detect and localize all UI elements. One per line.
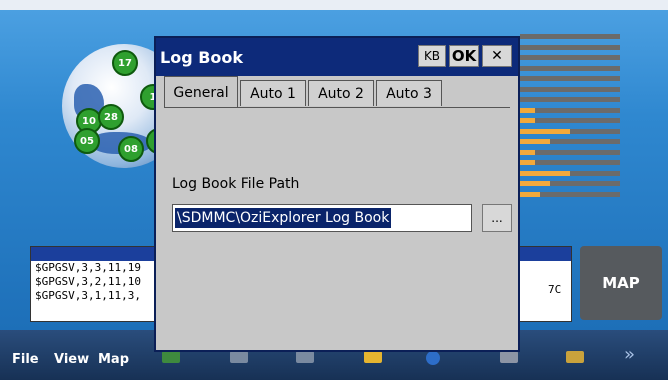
kb-button[interactable]: KB	[418, 45, 446, 67]
signal-bar	[520, 107, 620, 113]
log-book-path-input[interactable]: \SDMMC\OziExplorer Log Book	[172, 204, 472, 232]
tab-auto-2[interactable]: Auto 2	[308, 80, 374, 106]
signal-bar	[520, 181, 620, 186]
signal-bar-fill	[520, 149, 535, 155]
dialog-title: Log Book	[160, 48, 244, 67]
menu-map[interactable]: Map	[98, 352, 129, 367]
path-label: Log Book File Path	[172, 176, 300, 192]
signal-bar	[520, 34, 620, 39]
signal-bar-fill	[520, 118, 535, 123]
menu-view[interactable]: View	[54, 352, 89, 367]
arrow-left-icon[interactable]	[230, 351, 248, 363]
signal-bar	[520, 118, 620, 123]
tab-auto-3[interactable]: Auto 3	[376, 80, 442, 106]
signal-bar	[520, 128, 620, 134]
signal-bar	[520, 160, 620, 165]
satellite-marker: 17	[112, 50, 138, 76]
signal-bar	[520, 97, 620, 102]
signal-bar	[520, 44, 620, 50]
signal-bar-fill	[520, 191, 540, 197]
map-button[interactable]: MAP	[580, 246, 662, 320]
log-book-dialog: Log Book KB OK ✕ General Auto 1 Auto 2 A…	[154, 36, 520, 352]
arrow-right-icon[interactable]	[296, 351, 314, 363]
top-strip	[0, 0, 668, 10]
signal-bar-fill	[520, 139, 550, 144]
folder-icon[interactable]	[364, 351, 382, 363]
menu-file[interactable]: File	[12, 352, 39, 367]
signal-bar	[520, 139, 620, 144]
signal-bar-fill	[520, 128, 570, 134]
tab-auto-1[interactable]: Auto 1	[240, 80, 306, 106]
signal-bar	[520, 170, 620, 176]
signal-bar-fill	[520, 107, 535, 113]
close-button[interactable]: ✕	[482, 45, 512, 67]
signal-bar-fill	[520, 160, 535, 165]
dialog-titlebar: Log Book KB OK ✕	[156, 38, 518, 76]
satellite-marker: 08	[118, 136, 144, 162]
globe-icon[interactable]	[426, 351, 440, 365]
signal-bar	[520, 55, 620, 60]
signal-bar-fill	[520, 170, 570, 176]
satellite-marker: 05	[74, 128, 100, 154]
path-value: \SDMMC\OziExplorer Log Book	[175, 208, 392, 228]
tiles-icon[interactable]	[566, 351, 584, 363]
tab-general[interactable]: General	[164, 76, 238, 108]
grid-icon[interactable]	[500, 351, 518, 363]
ok-button[interactable]: OK	[449, 45, 479, 67]
chevron-right-icon[interactable]: »	[624, 344, 635, 365]
signal-bar-fill	[520, 181, 550, 186]
signal-bar	[520, 191, 620, 197]
signal-bar	[520, 149, 620, 155]
satellite-marker: 28	[98, 104, 124, 130]
signal-bar	[520, 76, 620, 81]
toolbar-green-icon[interactable]	[162, 351, 180, 363]
browse-button[interactable]: ...	[482, 204, 512, 232]
nmea-checksum: 7C	[548, 283, 562, 296]
signal-bar	[520, 86, 620, 92]
signal-bar	[520, 65, 620, 71]
